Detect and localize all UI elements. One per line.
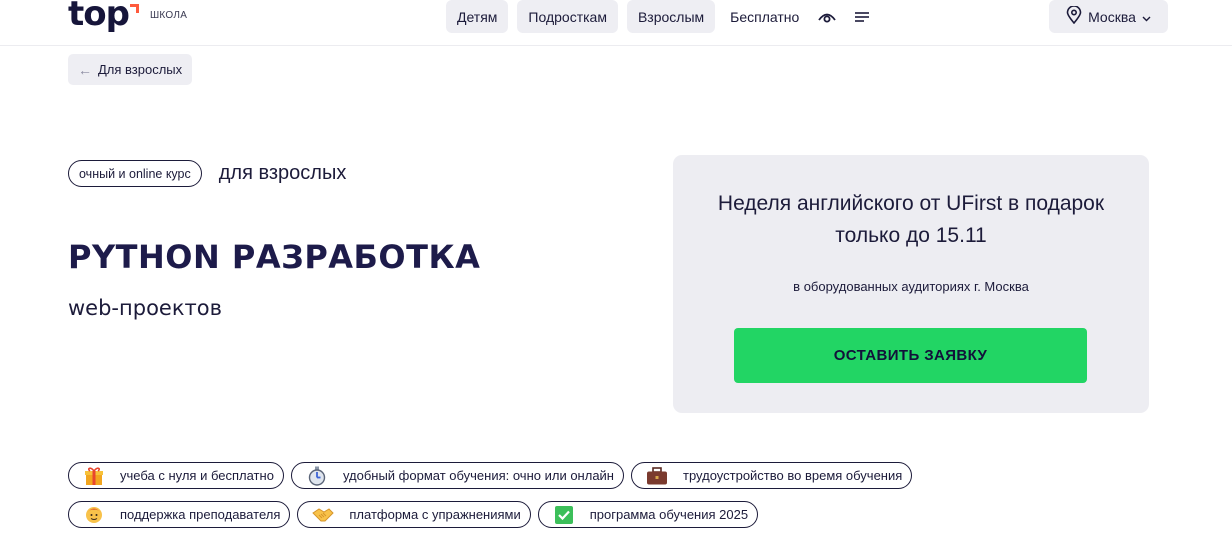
- city-selector[interactable]: Москва: [1049, 0, 1168, 33]
- feature-chip: удобный формат обучения: очно или онлайн: [290, 462, 624, 489]
- promo-title-line-2: только до 15.11: [835, 224, 987, 247]
- course-subtitle: web-проектов: [68, 296, 222, 320]
- back-to-adults-button[interactable]: ← Для взрослых: [68, 54, 193, 85]
- logo-subtitle: ШКОЛА: [149, 10, 188, 21]
- feature-label: платформа с упражнениями: [349, 507, 521, 522]
- feature-label: программа обучения 2025: [589, 507, 749, 522]
- feature-label: поддержка преподавателя: [120, 507, 281, 522]
- feature-row: поддержка преподавателя платформа с упра…: [68, 501, 1068, 528]
- arrow-left-icon: ←: [78, 61, 92, 78]
- feature-chip: программа обучения 2025: [537, 501, 759, 528]
- audience-label: для взрослых: [218, 162, 347, 184]
- nav-item-kids[interactable]: Детям: [446, 0, 509, 33]
- logo[interactable]: top ШКОЛА: [68, 0, 187, 34]
- course-title: PYTHON РАЗРАБОТКА: [68, 238, 481, 276]
- format-chip: очный и online курс: [68, 160, 202, 187]
- chevron-down-icon: [1142, 9, 1151, 25]
- handshake-icon: [312, 504, 335, 526]
- feature-chip: трудоустройство во время обучения: [631, 462, 913, 489]
- feature-chip: учеба с нуля и бесплатно: [68, 462, 284, 489]
- logo-wordmark: top: [68, 0, 130, 34]
- briefcase-icon: [646, 465, 668, 487]
- stopwatch-icon: [306, 465, 328, 487]
- city-label: Москва: [1088, 8, 1136, 25]
- feature-chip: поддержка преподавателя: [68, 501, 291, 528]
- promo-title-line-1: Неделя английского от UFirst в подарок: [717, 192, 1105, 215]
- nav-item-free[interactable]: Бесплатно: [724, 0, 805, 33]
- submit-request-button[interactable]: ОСТАВИТЬ ЗАЯВКУ: [734, 328, 1087, 383]
- main-nav: Детям Подросткам Взрослым Бесплатно: [446, 0, 875, 33]
- feature-label: удобный формат обучения: очно или онлайн: [342, 468, 614, 483]
- checkmark-icon: [553, 504, 575, 526]
- feature-label: учеба с нуля и бесплатно: [120, 468, 274, 483]
- site-header: top ШКОЛА Детям Подросткам Взрослым Бесп…: [0, 0, 1232, 46]
- feature-list: учеба с нуля и бесплатно удобный формат …: [68, 462, 1068, 536]
- logo-corner-mark: [129, 4, 139, 13]
- course-format-row: очный и online курс для взрослых: [68, 160, 346, 187]
- eye-icon[interactable]: [814, 0, 840, 33]
- menu-icon[interactable]: [849, 0, 875, 33]
- nav-item-teens[interactable]: Подросткам: [517, 0, 618, 33]
- location-pin-icon: [1066, 5, 1082, 27]
- feature-label: трудоустройство во время обучения: [683, 468, 903, 483]
- promo-card: Неделя английского от UFirst в подарок т…: [673, 155, 1149, 413]
- feature-chip: платформа с упражнениями: [297, 501, 531, 528]
- feature-row: учеба с нуля и бесплатно удобный формат …: [68, 462, 1068, 489]
- gift-icon: [83, 465, 105, 487]
- teacher-icon: [83, 504, 105, 526]
- promo-title: Неделя английского от UFirst в подарок т…: [673, 188, 1149, 252]
- promo-note: в оборудованных аудиториях г. Москва: [793, 279, 1029, 294]
- back-label: Для взрослых: [98, 62, 183, 77]
- nav-item-adults[interactable]: Взрослым: [626, 0, 716, 33]
